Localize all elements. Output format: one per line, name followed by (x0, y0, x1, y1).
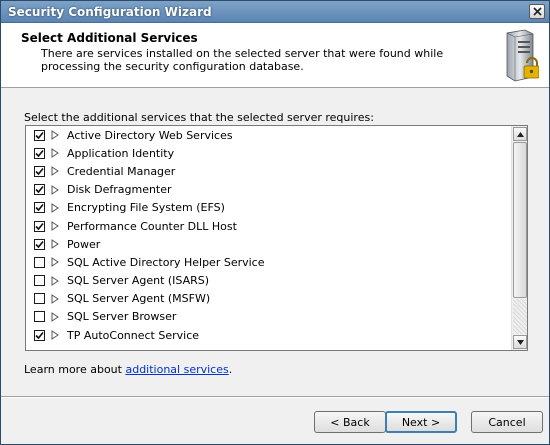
service-label: SQL Active Directory Helper Service (67, 255, 265, 269)
checkmark-icon (35, 186, 44, 194)
triangle-right-icon[interactable] (51, 330, 59, 341)
page-title: Select Additional Services (21, 31, 198, 45)
checkmark-icon (35, 331, 44, 339)
triangle-right-icon[interactable] (51, 202, 59, 213)
service-checkbox[interactable] (34, 329, 45, 341)
service-row[interactable]: TP AutoConnect Service (26, 326, 512, 344)
service-checkbox[interactable] (34, 256, 45, 268)
services-listbox[interactable]: Active Directory Web Services Application… (25, 125, 528, 351)
service-row[interactable]: Performance Counter DLL Host (26, 217, 512, 235)
service-label: Application Identity (67, 146, 175, 160)
service-row[interactable]: Encrypting File System (EFS) (26, 199, 512, 217)
triangle-right-icon[interactable] (51, 257, 59, 268)
triangle-right-icon[interactable] (51, 221, 59, 231)
service-row[interactable]: SQL Server Agent (ISARS) (26, 272, 512, 290)
service-label: TP AutoConnect Service (67, 328, 200, 342)
service-label: Active Directory Web Services (67, 128, 233, 142)
page-description: There are services installed on the sele… (41, 47, 444, 73)
wizard-window: Security Configuration Wizard Select Add… (0, 0, 550, 445)
checkmark-icon (35, 240, 44, 248)
checkmark-icon (35, 167, 44, 176)
next-button[interactable]: Next > (385, 411, 457, 433)
services-list: Active Directory Web Services Application… (26, 126, 512, 344)
service-checkbox[interactable] (34, 184, 45, 196)
wizard-header: Select Additional Services There are ser… (1, 23, 549, 88)
learn-more-suffix: . (228, 363, 233, 376)
service-checkbox[interactable] (34, 147, 45, 159)
service-label: Credential Manager (67, 164, 176, 178)
service-label: Disk Defragmenter (67, 183, 172, 197)
service-row[interactable]: Active Directory Web Services (26, 126, 512, 144)
service-row[interactable]: Credential Manager (26, 162, 512, 180)
service-label: Encrypting File System (EFS) (67, 201, 225, 215)
service-row[interactable]: SQL Server Agent (MSFW) (26, 290, 512, 308)
service-label: Power (67, 237, 101, 251)
arrow-up-icon (516, 131, 524, 137)
title-bar[interactable]: Security Configuration Wizard (1, 1, 549, 23)
service-row[interactable]: Power (26, 235, 512, 253)
service-label: SQL Server Agent (ISARS) (67, 274, 210, 288)
close-button[interactable] (529, 4, 545, 19)
service-checkbox[interactable] (34, 220, 45, 232)
service-checkbox[interactable] (34, 275, 45, 287)
service-label: Performance Counter DLL Host (67, 219, 237, 233)
checkmark-icon (35, 131, 44, 139)
service-row[interactable]: Application Identity (26, 144, 512, 162)
scroll-up-button[interactable] (513, 127, 527, 141)
service-checkbox[interactable] (34, 202, 45, 214)
service-checkbox[interactable] (34, 293, 45, 305)
scrollbar-thumb[interactable] (513, 142, 527, 298)
vertical-scrollbar[interactable] (511, 126, 527, 350)
scrollbar-track[interactable] (513, 299, 527, 334)
service-checkbox[interactable] (34, 238, 45, 250)
triangle-right-icon[interactable] (51, 239, 59, 250)
learn-more-prefix: Learn more about (24, 363, 126, 376)
additional-services-link[interactable]: additional services (125, 363, 228, 376)
service-label: SQL Server Agent (MSFW) (67, 292, 211, 306)
triangle-right-icon[interactable] (51, 166, 59, 177)
checkmark-icon (35, 204, 44, 212)
checkmark-icon (35, 149, 44, 157)
triangle-right-icon[interactable] (51, 148, 59, 159)
triangle-right-icon[interactable] (51, 184, 59, 195)
triangle-right-icon[interactable] (51, 293, 59, 304)
cancel-button[interactable]: Cancel (471, 411, 543, 433)
checkmark-icon (35, 222, 44, 230)
triangle-right-icon[interactable] (51, 275, 59, 286)
service-checkbox[interactable] (34, 311, 45, 323)
learn-more: Learn more about additional services. (24, 363, 232, 376)
service-checkbox[interactable] (34, 129, 45, 141)
service-row[interactable]: Disk Defragmenter (26, 181, 512, 199)
window-title: Security Configuration Wizard (8, 5, 212, 19)
instruction-text: Select the additional services that the … (24, 111, 374, 124)
service-row[interactable]: SQL Server Browser (26, 308, 512, 326)
back-button[interactable]: < Back (314, 411, 386, 433)
service-row[interactable]: SQL Active Directory Helper Service (26, 253, 512, 271)
service-checkbox[interactable] (34, 165, 45, 177)
server-lock-icon (506, 29, 539, 82)
close-icon (532, 7, 542, 16)
triangle-right-icon[interactable] (51, 130, 59, 141)
arrow-down-icon (516, 339, 524, 345)
service-label: SQL Server Browser (67, 310, 177, 324)
scroll-down-button[interactable] (513, 335, 527, 349)
triangle-right-icon[interactable] (51, 312, 59, 322)
footer-divider (1, 396, 549, 398)
